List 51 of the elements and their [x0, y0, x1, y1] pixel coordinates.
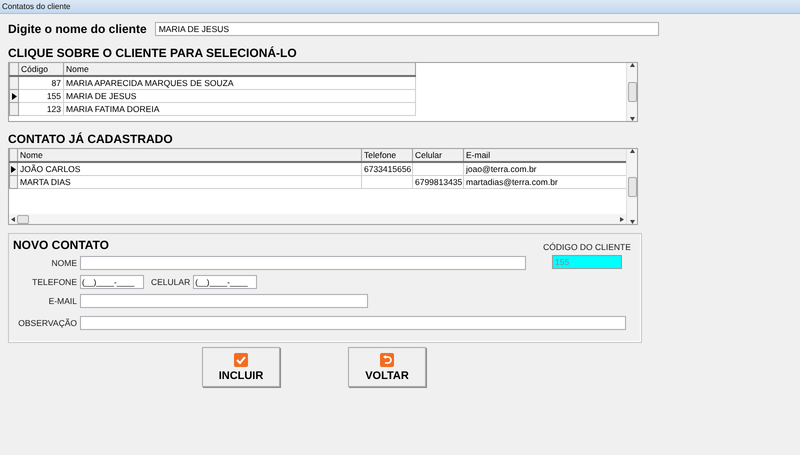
scroll-thumb[interactable] [628, 176, 636, 196]
table-cell [412, 162, 464, 176]
section-heading: CLIQUE SOBRE O CLIENTE PARA SELECIONÁ-LO [8, 46, 298, 60]
horizontal-scrollbar[interactable] [9, 214, 626, 224]
column-header[interactable]: Nome [18, 149, 362, 162]
note-field[interactable] [80, 316, 626, 330]
table-cell: 6799813435 [412, 176, 464, 188]
field-label: CELULAR [151, 277, 190, 287]
column-header[interactable]: Telefone [362, 149, 412, 162]
table-cell: MARIA APARECIDA MARQUES DE SOUZA [64, 76, 416, 90]
table-cell: MARIA FATIMA DOREIA [64, 102, 416, 116]
field-label: TELEFONE [31, 277, 77, 287]
column-header[interactable]: E-mail [464, 149, 626, 162]
email-field[interactable] [80, 294, 368, 308]
vertical-scrollbar[interactable] [626, 63, 637, 121]
scroll-down-icon[interactable] [630, 220, 634, 224]
table-cell: 6733415656 [362, 162, 412, 176]
scroll-thumb[interactable] [628, 82, 636, 102]
section-heading: CONTATO JÁ CADASTRADO [8, 132, 174, 146]
panel-heading: NOVO CONTATO [13, 238, 110, 252]
scroll-right-icon[interactable] [620, 216, 624, 222]
field-label: E-MAIL [48, 296, 77, 306]
table-cell: 123 [18, 102, 64, 116]
scroll-left-icon[interactable] [11, 216, 15, 222]
table-cell: MARTA DIAS [18, 176, 362, 188]
column-header[interactable]: Nome [64, 63, 416, 76]
field-label: CÓDIGO DO CLIENTE [543, 242, 631, 252]
mobile-field[interactable]: (__)____-____ [193, 275, 258, 289]
vertical-scrollbar[interactable] [626, 149, 637, 224]
window-title: Contatos do cliente [2, 2, 70, 11]
search-field[interactable]: MARIA DE JESUS [154, 22, 659, 36]
table-cell: 87 [18, 76, 64, 90]
undo-icon [380, 352, 394, 366]
search-label: Digite o nome do cliente [8, 22, 147, 36]
scroll-up-icon[interactable] [630, 149, 634, 153]
scroll-up-icon[interactable] [630, 63, 634, 67]
field-label: OBSERVAÇÃO [17, 318, 77, 328]
table-cell: JOÃO CARLOS [18, 162, 362, 176]
table-cell: 155 [18, 90, 64, 102]
phone-field[interactable]: (__)____-____ [80, 275, 144, 289]
scroll-down-icon[interactable] [630, 117, 634, 121]
action-button[interactable]: VOLTAR [348, 347, 426, 387]
check-icon [234, 352, 248, 366]
action-button[interactable]: INCLUIR [202, 347, 280, 387]
field-label: NOME [50, 258, 77, 268]
scroll-thumb[interactable] [17, 214, 29, 224]
table-cell [362, 176, 412, 188]
table-cell: MARIA DE JESUS [64, 90, 416, 102]
name-field[interactable] [80, 256, 526, 270]
column-header[interactable]: Celular [412, 149, 464, 162]
column-header[interactable]: Código [18, 63, 64, 76]
